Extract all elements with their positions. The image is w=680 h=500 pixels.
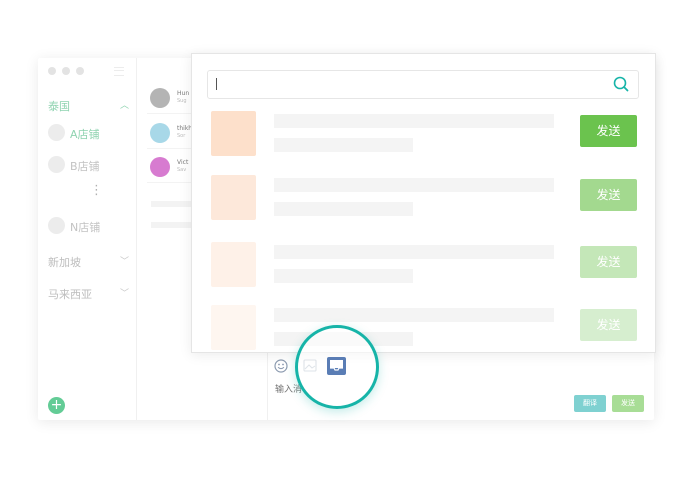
search-icon[interactable] — [613, 76, 629, 92]
avatar — [150, 88, 170, 108]
composer-send-button[interactable]: 发送 — [612, 395, 644, 412]
chevron-down-icon[interactable]: ﹀ — [120, 254, 129, 267]
window-dot-icon[interactable] — [62, 67, 70, 75]
chevron-up-icon[interactable]: ︿ — [120, 98, 129, 111]
placeholder-line — [274, 245, 554, 259]
menu-icon[interactable] — [114, 67, 124, 76]
send-button[interactable]: 发送 — [580, 179, 637, 211]
chat-preview: Sav — [177, 167, 187, 173]
chat-preview: Sor — [177, 133, 186, 139]
placeholder-line — [274, 202, 413, 216]
reply-row: 发送 — [211, 111, 637, 157]
placeholder-line — [274, 138, 413, 152]
search-input[interactable] — [222, 75, 602, 94]
sidebar-group-singapore[interactable]: 新加坡 — [48, 254, 81, 270]
emoji-icon[interactable] — [274, 359, 288, 373]
store-label: A店铺 — [70, 128, 100, 141]
avatar — [48, 217, 65, 234]
text-caret — [216, 78, 217, 90]
send-button[interactable]: 发送 — [580, 246, 637, 278]
search-box[interactable] — [207, 70, 639, 99]
chat-preview: Sug — [177, 98, 187, 104]
translate-button[interactable]: 翻译 — [574, 395, 606, 412]
avatar — [48, 156, 65, 173]
send-button[interactable]: 发送 — [580, 115, 637, 147]
placeholder-line — [274, 178, 554, 192]
reply-row: 发送 — [211, 305, 637, 351]
window-dot-icon[interactable] — [76, 67, 84, 75]
product-thumbnail — [211, 111, 256, 156]
sidebar-group-thailand[interactable]: 泰国 — [48, 98, 70, 114]
chat-name: Vict — [177, 159, 189, 166]
quick-reply-panel: 发送 发送 发送 发送 — [191, 53, 656, 353]
avatar — [150, 157, 170, 177]
sidebar: 泰国 ︿ A店铺 B店铺 ⋮ N店铺 新加坡 ﹀ 马来西亚 ﹀ + — [38, 58, 137, 420]
placeholder-line — [274, 308, 554, 322]
product-thumbnail — [211, 305, 256, 350]
sidebar-group-malaysia[interactable]: 马来西亚 — [48, 286, 92, 302]
store-label: N店铺 — [70, 221, 101, 234]
placeholder-line — [274, 114, 554, 128]
more-vertical-icon: ⋮ — [90, 183, 103, 198]
inbox-icon[interactable] — [326, 356, 347, 376]
avatar — [150, 123, 170, 143]
chat-name: thikh — [177, 125, 193, 132]
product-thumbnail — [211, 175, 256, 220]
avatar — [48, 124, 65, 141]
product-thumbnail — [211, 242, 256, 287]
add-button[interactable]: + — [48, 397, 65, 414]
store-label: B店铺 — [70, 160, 100, 173]
reply-row: 发送 — [211, 242, 637, 288]
window-dot-icon[interactable] — [48, 67, 56, 75]
chat-name: Hun — [177, 90, 190, 97]
placeholder-line — [274, 269, 413, 283]
chevron-down-icon[interactable]: ﹀ — [120, 286, 129, 299]
send-button[interactable]: 发送 — [580, 309, 637, 341]
reply-row: 发送 — [211, 175, 637, 221]
